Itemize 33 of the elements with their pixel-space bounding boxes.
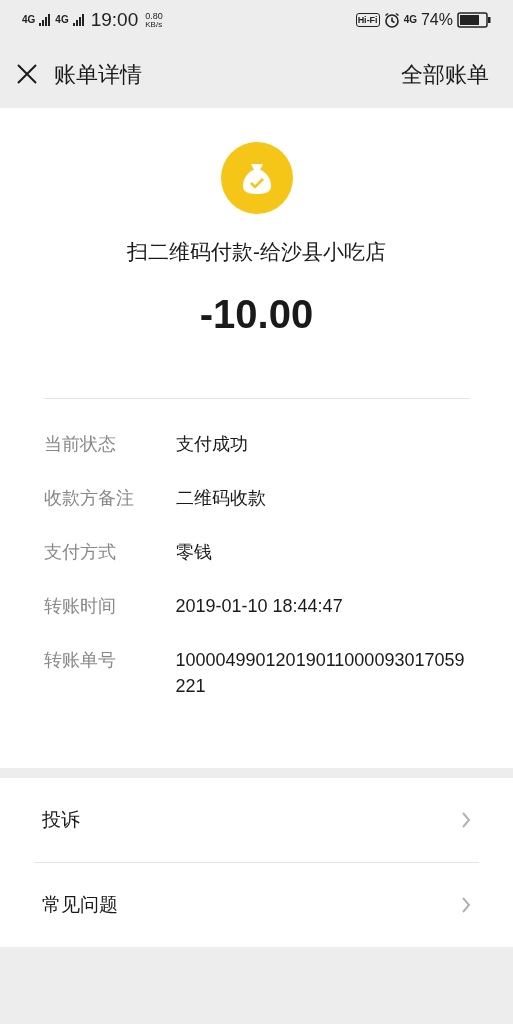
page-title: 账单详情 [54,60,142,89]
menu-row[interactable]: 常见问题 [0,863,513,947]
detail-value: 2019-01-10 18:44:47 [175,594,344,618]
speed-unit: KB/s [145,20,163,29]
detail-label: 当前状态 [43,432,117,456]
battery-icon [457,12,491,28]
menu-label: 常见问题 [42,892,119,917]
detail-value: 10000499012019011000093017059221 [175,648,466,698]
menu-label: 投诉 [42,807,81,832]
all-bills-link[interactable]: 全部账单 [401,57,489,91]
detail-value: 支付成功 [175,432,249,456]
detail-value: 零钱 [175,540,213,564]
chevron-icon [461,811,471,829]
battery-percent: 74% [420,10,453,30]
signal-label: 4G [22,15,36,25]
signal-icon [39,14,52,26]
detail-value: 二维码收款 [175,486,267,510]
signal-label: 4G [55,15,69,25]
signal-icon [72,14,85,26]
payment-amount: -10.00 [199,290,314,338]
detail-label: 转账单号 [43,648,117,672]
network-label: 4G [403,15,417,25]
menu-row[interactable]: 投诉 [0,778,513,862]
payment-title: 扫二维码付款-给沙县小吃店 [127,239,386,265]
detail-label: 支付方式 [43,540,117,564]
clock-time: 19:00 [90,7,139,32]
speed-value: 0.80 [145,11,163,21]
detail-label: 转账时间 [43,594,117,618]
close-icon[interactable] [16,63,38,85]
hifi-badge: Hi-Fi [355,13,380,27]
chevron-icon [461,896,471,914]
alarm-icon [383,12,400,28]
detail-label: 收款方备注 [43,486,135,510]
